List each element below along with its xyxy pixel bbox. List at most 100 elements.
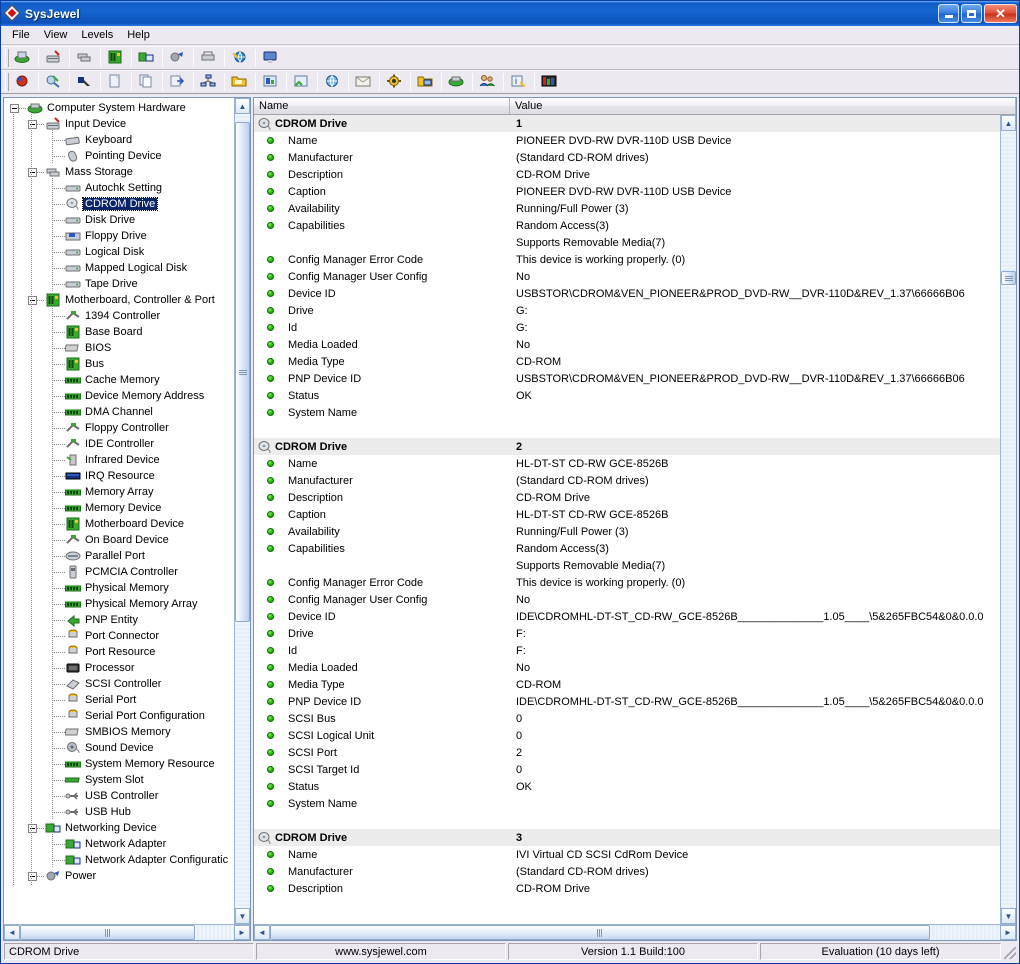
list-scroll-up-button[interactable]: ▲ — [1001, 115, 1016, 131]
tree-item-usb-hub[interactable]: USB Hub — [6, 802, 250, 820]
tree-item-processor[interactable]: Processor — [6, 658, 250, 676]
list-row[interactable]: Drive F: — [254, 625, 1016, 642]
list-row[interactable]: Config Manager User Config No — [254, 268, 1016, 285]
tree-item-tape-drive[interactable]: Tape Drive — [6, 274, 250, 292]
tree-item-irq-resource[interactable]: IRQ Resource — [6, 466, 250, 484]
tree-item-pointing-device[interactable]: Pointing Device — [6, 146, 250, 164]
tree-item-memory-device[interactable]: Memory Device — [6, 498, 250, 516]
list-row[interactable]: Device ID IDE\CDROMHL-DT-ST_CD-RW_GCE-852… — [254, 608, 1016, 625]
tree-item-memory-array[interactable]: Memory Array — [6, 482, 250, 500]
tree-item-port-resource[interactable]: Port Resource — [6, 642, 250, 660]
tree-item-physical-memory-array[interactable]: Physical Memory Array — [6, 594, 250, 612]
toolbar-button-hardware-summary[interactable] — [11, 47, 35, 69]
tree-item-bios[interactable]: BIOS — [6, 338, 250, 356]
tree-item-keyboard[interactable]: Keyboard — [6, 130, 250, 148]
tree-scroll-down-button[interactable]: ▼ — [235, 908, 250, 924]
tree-item-floppy-drive[interactable]: Floppy Drive — [6, 226, 250, 244]
list-group-row[interactable]: CDROM Drive 1 — [254, 115, 1016, 132]
list-row[interactable]: Id F: — [254, 642, 1016, 659]
tree-item-mass-storage[interactable]: Mass Storage — [6, 164, 250, 180]
toolbar-button-users[interactable] — [476, 71, 500, 93]
toolbar-button-networking-device[interactable] — [135, 47, 159, 69]
tree-item-sound-device[interactable]: Sound Device — [6, 738, 250, 756]
toolbar-button-globe[interactable] — [321, 71, 345, 93]
tree-collapse-toggle[interactable] — [28, 823, 37, 833]
tree-item-port-connector[interactable]: Port Connector — [6, 626, 250, 644]
toolbar-button-printer[interactable] — [197, 47, 221, 69]
list-row[interactable]: Media Loaded No — [254, 659, 1016, 676]
toolbar-button-mail[interactable] — [352, 71, 376, 93]
list-row[interactable]: Config Manager User Config No — [254, 591, 1016, 608]
tree-item-device-memory-address[interactable]: Device Memory Address — [6, 386, 250, 404]
tree-item-physical-memory[interactable]: Physical Memory — [6, 578, 250, 596]
list-group-row[interactable]: CDROM Drive 3 — [254, 829, 1016, 846]
toolbar-drag-handle[interactable] — [5, 73, 9, 91]
list-row[interactable]: Name HL-DT-ST CD-RW GCE-8526B — [254, 455, 1016, 472]
tree-scroll-thumb[interactable] — [235, 122, 250, 622]
status-website[interactable]: www.sysjewel.com — [256, 943, 506, 960]
tree-horizontal-scrollbar[interactable]: ◄ ► — [4, 924, 250, 940]
tree-item-cdrom-drive[interactable]: CDROM Drive — [6, 194, 250, 212]
tree-item-logical-disk[interactable]: Logical Disk — [6, 242, 250, 260]
tree-item-motherboard-device[interactable]: Motherboard Device — [6, 514, 250, 532]
tree-item-cache-memory[interactable]: Cache Memory — [6, 370, 250, 388]
tree-item-computer-system-hardware[interactable]: Computer System Hardware — [6, 100, 250, 116]
list-row[interactable]: SCSI Target Id 0 — [254, 761, 1016, 778]
tree-item-autochk-setting[interactable]: Autochk Setting — [6, 178, 250, 196]
toolbar-button-mass-storage[interactable] — [73, 47, 97, 69]
toolbar-button-report[interactable] — [259, 71, 283, 93]
tree-item-base-board[interactable]: Base Board — [6, 322, 250, 340]
toolbar-button-info-book[interactable]: i — [507, 71, 531, 93]
list-scroll-right-button[interactable]: ► — [1000, 925, 1016, 940]
list-group-row[interactable]: CDROM Drive 2 — [254, 438, 1016, 455]
column-header-name[interactable]: Name — [254, 98, 510, 114]
list-hscroll-thumb[interactable] — [270, 925, 930, 940]
toolbar-button-refresh[interactable] — [11, 71, 35, 93]
tree-item-smbios-memory[interactable]: SMBIOS Memory — [6, 722, 250, 740]
toolbar-button-folder-share[interactable] — [414, 71, 438, 93]
list-row[interactable]: Drive G: — [254, 302, 1016, 319]
toolbar-button-power[interactable] — [166, 47, 190, 69]
toolbar-button-copy[interactable] — [135, 71, 159, 93]
tree-item-networking-device[interactable]: Networking Device — [6, 820, 250, 836]
toolbar-drag-handle[interactable] — [5, 49, 9, 67]
tree-item-dma-channel[interactable]: DMA Channel — [6, 402, 250, 420]
toolbar-button-select[interactable] — [73, 71, 97, 93]
list-row[interactable]: Caption HL-DT-ST CD-RW GCE-8526B — [254, 506, 1016, 523]
list-vertical-scrollbar[interactable]: ▲ ▼ — [1000, 115, 1016, 924]
tree-hscroll-thumb[interactable] — [20, 925, 195, 940]
maximize-button[interactable] — [961, 4, 982, 23]
list-row[interactable]: PNP Device ID USBSTOR\CDROM&VEN_PIONEER&P… — [254, 370, 1016, 387]
toolbar-button-computer[interactable] — [445, 71, 469, 93]
list-row[interactable]: SCSI Port 2 — [254, 744, 1016, 761]
tree-item-on-board-device[interactable]: On Board Device — [6, 530, 250, 548]
tree-item-floppy-controller[interactable]: Floppy Controller — [6, 418, 250, 436]
tree-collapse-toggle[interactable] — [28, 295, 37, 305]
tree-scroll-up-button[interactable]: ▲ — [235, 98, 250, 114]
tree-item-pnp-entity[interactable]: PNP Entity — [6, 610, 250, 628]
tree-item-disk-drive[interactable]: Disk Drive — [6, 210, 250, 228]
list-row[interactable]: Status OK — [254, 778, 1016, 795]
list-row[interactable]: Description CD-ROM Drive — [254, 880, 1016, 897]
tree-scroll-left-button[interactable]: ◄ — [4, 925, 20, 940]
list-hscroll-track[interactable] — [930, 925, 1000, 940]
resize-grip[interactable] — [1003, 943, 1017, 960]
list-row[interactable]: Config Manager Error Code This device is … — [254, 574, 1016, 591]
list-row[interactable]: Name IVI Virtual CD SCSI CdRom Device — [254, 846, 1016, 863]
toolbar-button-internet[interactable] — [228, 47, 252, 69]
tree-scroll-track-top[interactable] — [235, 114, 250, 122]
list-horizontal-scrollbar[interactable]: ◄ ► — [254, 924, 1016, 940]
toolbar-button-network-map[interactable] — [197, 71, 221, 93]
list-row[interactable]: Media Loaded No — [254, 336, 1016, 353]
menu-item-view[interactable]: View — [37, 27, 75, 43]
list-row[interactable]: Id G: — [254, 319, 1016, 336]
tree-collapse-toggle[interactable] — [28, 167, 37, 177]
list-row[interactable]: Availability Running/Full Power (3) — [254, 523, 1016, 540]
list-row[interactable]: Config Manager Error Code This device is … — [254, 251, 1016, 268]
list-row[interactable]: Manufacturer (Standard CD-ROM drives) — [254, 863, 1016, 880]
toolbar-button-open-folder[interactable] — [228, 71, 252, 93]
tree-scroll-area[interactable]: Computer System Hardware Input Device Keyb… — [4, 98, 250, 924]
tree-item-network-adapter-configuratic[interactable]: Network Adapter Configuratic — [6, 850, 250, 868]
tree-item-system-memory-resource[interactable]: System Memory Resource — [6, 754, 250, 772]
tree-item-infrared-device[interactable]: Infrared Device — [6, 450, 250, 468]
